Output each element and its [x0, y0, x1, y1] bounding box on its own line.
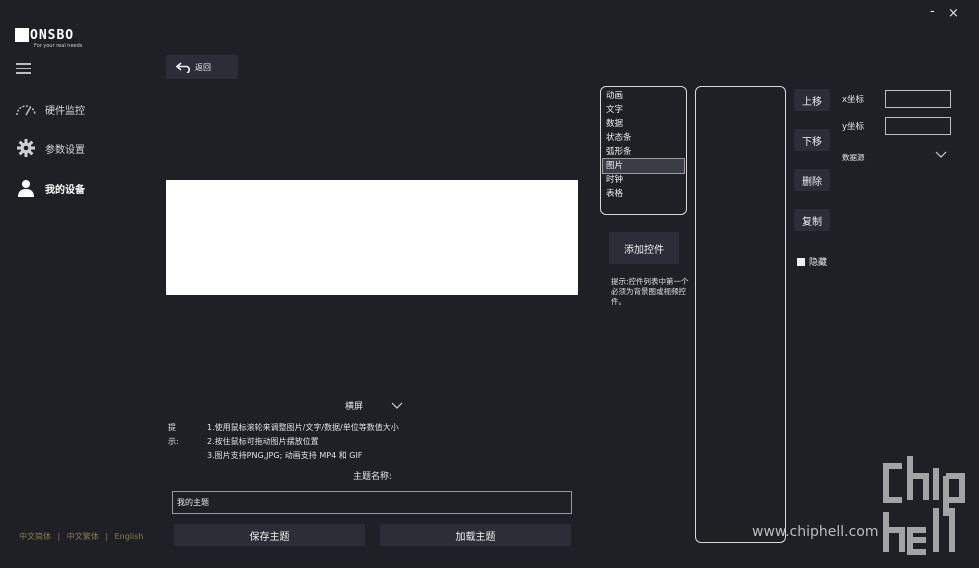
sidebar-item-label: 硬件监控 — [45, 105, 85, 117]
speedometer-icon — [15, 99, 37, 119]
widget-hint: 提示:控件列表中第一个必须为背景图或视频控件。 — [611, 277, 689, 306]
back-label: 返回 — [195, 62, 211, 72]
lang-separator: | — [57, 532, 61, 541]
hide-checkbox[interactable]: 隐藏 — [797, 255, 827, 268]
move-up-button[interactable]: 上移 — [794, 89, 830, 111]
hide-label: 隐藏 — [809, 258, 828, 268]
checkbox-box[interactable] — [797, 257, 805, 266]
watermark-text: www.chiphell.com — [752, 524, 879, 540]
widget-type-arc-bar[interactable]: 弧形条 — [603, 145, 684, 159]
tip-line: 3.图片支持PNG,JPG; 动画支持 MP4 和 GIF — [207, 451, 363, 460]
chevron-down-icon — [391, 402, 403, 409]
widget-type-animation[interactable]: 动画 — [603, 89, 684, 103]
lang-separator: | — [105, 532, 109, 541]
language-switcher: 中文简体 | 中文繁体 | English — [19, 531, 147, 542]
save-theme-button[interactable]: 保存主题 — [174, 524, 365, 546]
lang-simplified[interactable]: 中文简体 — [19, 532, 51, 541]
y-coord-label: y坐标 — [842, 122, 865, 132]
back-button[interactable]: 返回 — [166, 55, 238, 79]
app-window: - × ONSBO For your real needs 硬件监控 参数设置 … — [0, 0, 979, 568]
lang-english[interactable]: English — [115, 532, 144, 541]
brand-logo: ONSBO For your real needs — [15, 28, 82, 49]
widget-type-image[interactable]: 图片 — [602, 158, 685, 174]
widget-type-list: 动画 文字 数据 状态条 弧形条 图片 时钟 表格 — [600, 86, 687, 215]
gear-icon — [15, 138, 37, 158]
x-coord-input[interactable] — [885, 90, 951, 108]
sidebar-item-label: 我的设备 — [45, 184, 85, 196]
sidebar-item-settings[interactable]: 参数设置 — [15, 137, 85, 159]
x-coord-label: x坐标 — [842, 95, 865, 105]
widget-type-table[interactable]: 表格 — [603, 187, 684, 201]
add-widget-button[interactable]: 添加控件 — [609, 232, 679, 264]
widget-type-status-bar[interactable]: 状态条 — [603, 131, 684, 145]
widget-type-clock[interactable]: 时钟 — [603, 173, 684, 187]
datasource-label: 数据源 — [842, 153, 865, 162]
delete-button[interactable]: 删除 — [794, 169, 830, 191]
logo-tagline: For your real needs — [34, 43, 83, 49]
move-down-button[interactable]: 下移 — [794, 129, 830, 151]
load-theme-button[interactable]: 加载主题 — [380, 524, 571, 546]
theme-name-input[interactable] — [172, 491, 572, 514]
orientation-select[interactable]: 横屏 — [345, 399, 403, 412]
sidebar-item-label: 参数设置 — [45, 144, 85, 156]
widget-type-text[interactable]: 文字 — [603, 103, 684, 117]
close-button[interactable]: × — [948, 6, 959, 21]
logo-mark — [15, 28, 29, 42]
tip-line: 1.使用鼠标滚轮来调整图片/文字/数据/单位等数值大小 — [207, 423, 399, 432]
minimize-button[interactable]: - — [930, 4, 935, 19]
lang-traditional[interactable]: 中文繁体 — [67, 532, 99, 541]
sidebar-item-my-device[interactable]: 我的设备 — [15, 177, 85, 199]
widget-type-data[interactable]: 数据 — [603, 117, 684, 131]
chevron-down-icon[interactable] — [935, 151, 947, 159]
widget-list[interactable] — [695, 86, 786, 543]
screen-preview[interactable] — [166, 180, 578, 295]
tip-line: 2.按住鼠标可拖动图片摆放位置 — [207, 437, 319, 446]
y-coord-input[interactable] — [885, 117, 951, 135]
sidebar-item-hardware-monitor[interactable]: 硬件监控 — [15, 98, 85, 120]
copy-button[interactable]: 复制 — [794, 209, 830, 231]
chiphell-watermark-logo — [883, 456, 965, 555]
theme-name-label: 主题名称: — [353, 472, 393, 482]
user-icon — [15, 178, 37, 198]
tips-label: 提示: — [168, 423, 179, 446]
orientation-value: 横屏 — [345, 402, 364, 412]
logo-wordmark: ONSBO — [30, 28, 75, 43]
back-arrow-icon — [176, 62, 190, 73]
menu-icon[interactable] — [16, 63, 31, 74]
